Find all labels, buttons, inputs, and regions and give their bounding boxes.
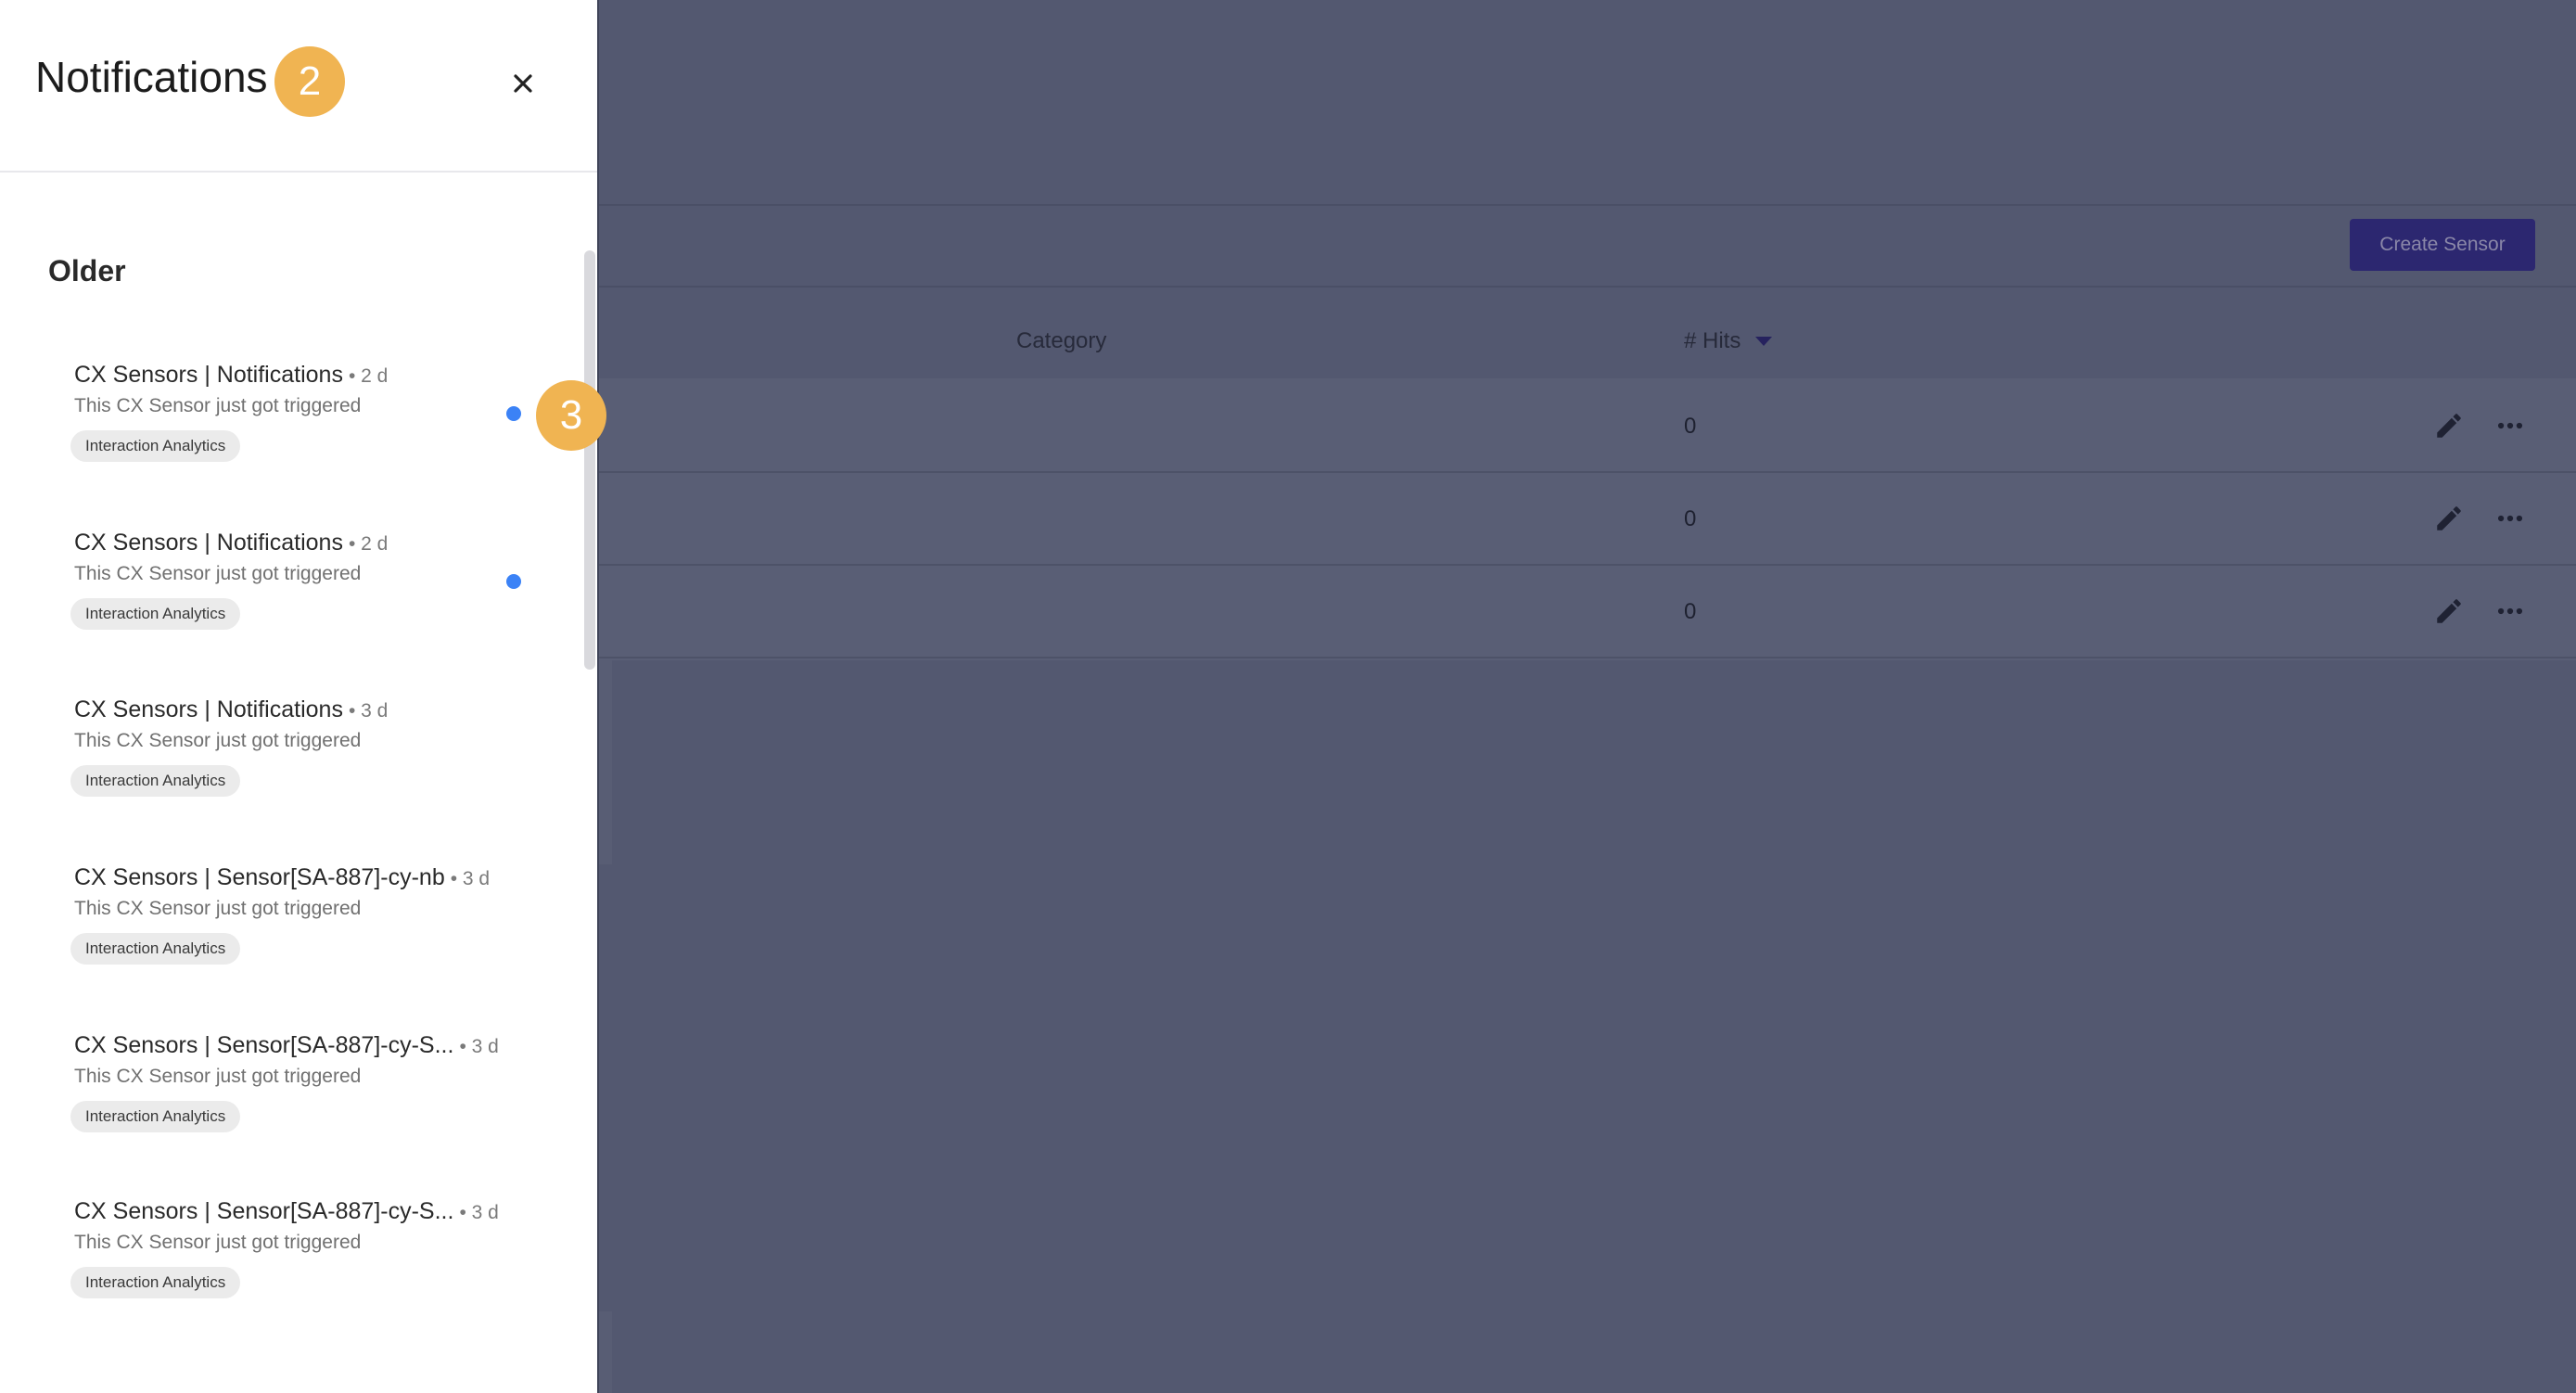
- unread-dot-icon: [506, 406, 521, 421]
- column-header-hits-label: # Hits: [1684, 328, 1741, 353]
- notification-title-text: CX Sensors | Sensor[SA-887]-cy-S...: [74, 1032, 454, 1058]
- notification-title: CX Sensors | Sensor[SA-887]-cy-S... • 3 d: [74, 1198, 499, 1225]
- notification-tag: Interaction Analytics: [70, 933, 241, 965]
- section-label-older: Older: [48, 254, 126, 288]
- notification-item[interactable]: CX Sensors | Notifications • 3 d This CX …: [0, 696, 575, 845]
- notification-tag: Interaction Analytics: [70, 1101, 241, 1132]
- notification-description: This CX Sensor just got triggered: [74, 563, 362, 584]
- notification-count-badge: 2: [274, 46, 345, 117]
- notification-description: This CX Sensor just got triggered: [74, 898, 362, 919]
- notification-time: • 3 d: [459, 1202, 499, 1223]
- edit-icon[interactable]: [2433, 503, 2465, 534]
- notification-title: CX Sensors | Sensor[SA-887]-cy-S... • 3 d: [74, 1032, 499, 1059]
- notification-item[interactable]: CX Sensors | Sensor[SA-887]-cy-S... • 3 d…: [0, 1032, 575, 1181]
- notification-title: CX Sensors | Notifications • 3 d: [74, 696, 388, 723]
- notification-tag: Interaction Analytics: [70, 765, 241, 797]
- panel-title: Notifications: [35, 53, 268, 101]
- notification-time: • 3 d: [450, 868, 491, 889]
- notifications-header: Notifications 2: [0, 0, 597, 173]
- notification-title-text: CX Sensors | Sensor[SA-887]-cy-nb: [74, 864, 445, 890]
- close-icon[interactable]: [508, 69, 538, 98]
- notification-time: • 3 d: [348, 700, 389, 722]
- more-options-icon[interactable]: [2494, 503, 2526, 534]
- notification-item[interactable]: CX Sensors | Sensor[SA-887]-cy-S... • 3 d…: [0, 1198, 575, 1347]
- notification-item[interactable]: CX Sensors | Notifications • 2 d This CX …: [0, 530, 575, 678]
- notification-tag: Interaction Analytics: [70, 430, 241, 462]
- notification-time: • 2 d: [348, 365, 389, 387]
- hits-cell: 0: [1684, 599, 1697, 624]
- notification-time: • 2 d: [348, 533, 389, 555]
- notification-title-text: CX Sensors | Notifications: [74, 696, 343, 722]
- notification-title-text: CX Sensors | Sensor[SA-887]-cy-S...: [74, 1198, 454, 1224]
- create-sensor-button[interactable]: Create Sensor: [2350, 219, 2535, 271]
- notification-tag: Interaction Analytics: [70, 598, 241, 630]
- sort-desc-icon[interactable]: [1755, 337, 1773, 346]
- notification-description: This CX Sensor just got triggered: [74, 1066, 362, 1087]
- hits-cell: 0: [1684, 506, 1697, 531]
- notification-tag: Interaction Analytics: [70, 1267, 241, 1298]
- column-header-hits[interactable]: # Hits: [1684, 328, 1773, 354]
- notification-title: CX Sensors | Notifications • 2 d: [74, 530, 388, 556]
- unread-dot-icon: [506, 574, 521, 589]
- edit-icon[interactable]: [2433, 410, 2465, 441]
- hits-cell: 0: [1684, 414, 1697, 439]
- notification-title: CX Sensors | Sensor[SA-887]-cy-nb • 3 d: [74, 864, 490, 891]
- scrollbar-thumb[interactable]: [584, 250, 595, 670]
- column-header-category[interactable]: Category: [1016, 328, 1106, 354]
- step-badge: 3: [536, 380, 606, 451]
- notification-item[interactable]: CX Sensors | Notifications • 2 d This CX …: [0, 362, 575, 510]
- notifications-panel: Notifications 2 Older CX Sensors | Notif…: [0, 0, 599, 1393]
- notification-time: • 3 d: [459, 1036, 499, 1057]
- notification-description: This CX Sensor just got triggered: [74, 1232, 362, 1253]
- notification-title: CX Sensors | Notifications • 2 d: [74, 362, 388, 389]
- notification-description: This CX Sensor just got triggered: [74, 730, 362, 751]
- notification-title-text: CX Sensors | Notifications: [74, 530, 343, 556]
- notification-title-text: CX Sensors | Notifications: [74, 362, 343, 388]
- more-options-icon[interactable]: [2494, 410, 2526, 441]
- edit-icon[interactable]: [2433, 595, 2465, 627]
- notification-item[interactable]: CX Sensors | Sensor[SA-887]-cy-nb • 3 d T…: [0, 864, 575, 1013]
- notification-description: This CX Sensor just got triggered: [74, 395, 362, 416]
- more-options-icon[interactable]: [2494, 595, 2526, 627]
